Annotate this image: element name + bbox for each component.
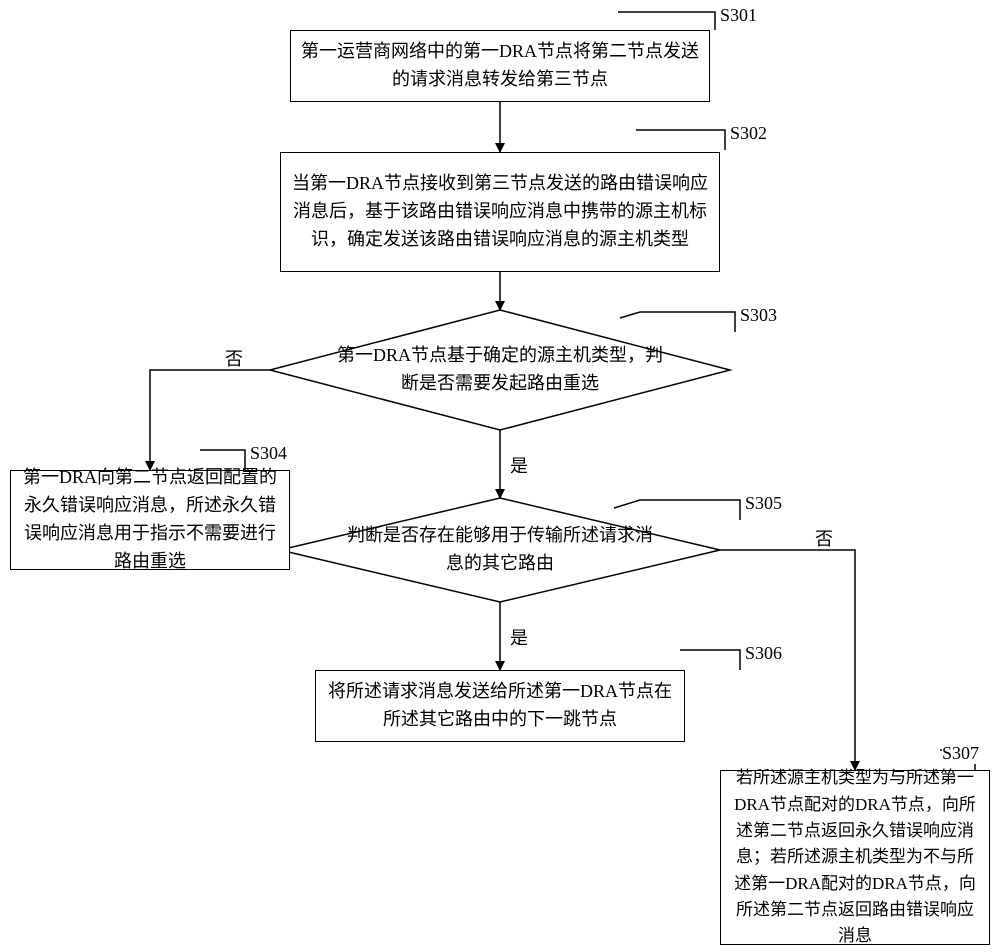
step-s307: 若所述源主机类型为与所述第一DRA节点配对的DRA节点，向所述第二节点返回永久错… <box>720 770 990 945</box>
label-s303: S303 <box>740 305 777 326</box>
decision-s305: 判断是否存在能够用于传输所述请求消息的其它路由 <box>340 520 660 580</box>
decision-s305-text: 判断是否存在能够用于传输所述请求消息的其它路由 <box>340 522 660 578</box>
edge-s303-no: 否 <box>225 345 243 371</box>
edge-s305-yes: 是 <box>510 624 528 650</box>
step-s302: 当第一DRA节点接收到第三节点发送的路由错误响应消息后，基于该路由错误响应消息中… <box>280 152 720 272</box>
step-s301-text: 第一运营商网络中的第一DRA节点将第二节点发送的请求消息转发给第三节点 <box>301 38 699 94</box>
edge-s305-no: 否 <box>815 525 833 551</box>
edge-s303-yes: 是 <box>510 452 528 478</box>
step-s302-text: 当第一DRA节点接收到第三节点发送的路由错误响应消息后，基于该路由错误响应消息中… <box>291 170 709 254</box>
label-s304: S304 <box>250 443 287 464</box>
step-s307-text: 若所述源主机类型为与所述第一DRA节点配对的DRA节点，向所述第二节点返回永久错… <box>731 765 979 949</box>
label-s307: S307 <box>942 743 979 764</box>
label-s305: S305 <box>745 493 782 514</box>
label-s301: S301 <box>720 5 757 26</box>
step-s304: 第一DRA向第二节点返回配置的永久错误响应消息，所述永久错误响应消息用于指示不需… <box>10 470 290 570</box>
step-s306-text: 将所述请求消息发送给所述第一DRA节点在所述其它路由中的下一跳节点 <box>326 678 674 734</box>
step-s301: 第一运营商网络中的第一DRA节点将第二节点发送的请求消息转发给第三节点 <box>290 30 710 102</box>
step-s306: 将所述请求消息发送给所述第一DRA节点在所述其它路由中的下一跳节点 <box>315 670 685 742</box>
step-s304-text: 第一DRA向第二节点返回配置的永久错误响应消息，所述永久错误响应消息用于指示不需… <box>21 464 279 576</box>
decision-s303: 第一DRA节点基于确定的源主机类型，判断是否需要发起路由重选 <box>330 338 670 402</box>
label-s306: S306 <box>745 643 782 664</box>
flowchart-canvas: 第一运营商网络中的第一DRA节点将第二节点发送的请求消息转发给第三节点 S301… <box>0 0 1000 952</box>
decision-s303-text: 第一DRA节点基于确定的源主机类型，判断是否需要发起路由重选 <box>330 342 670 398</box>
label-s302: S302 <box>730 123 767 144</box>
